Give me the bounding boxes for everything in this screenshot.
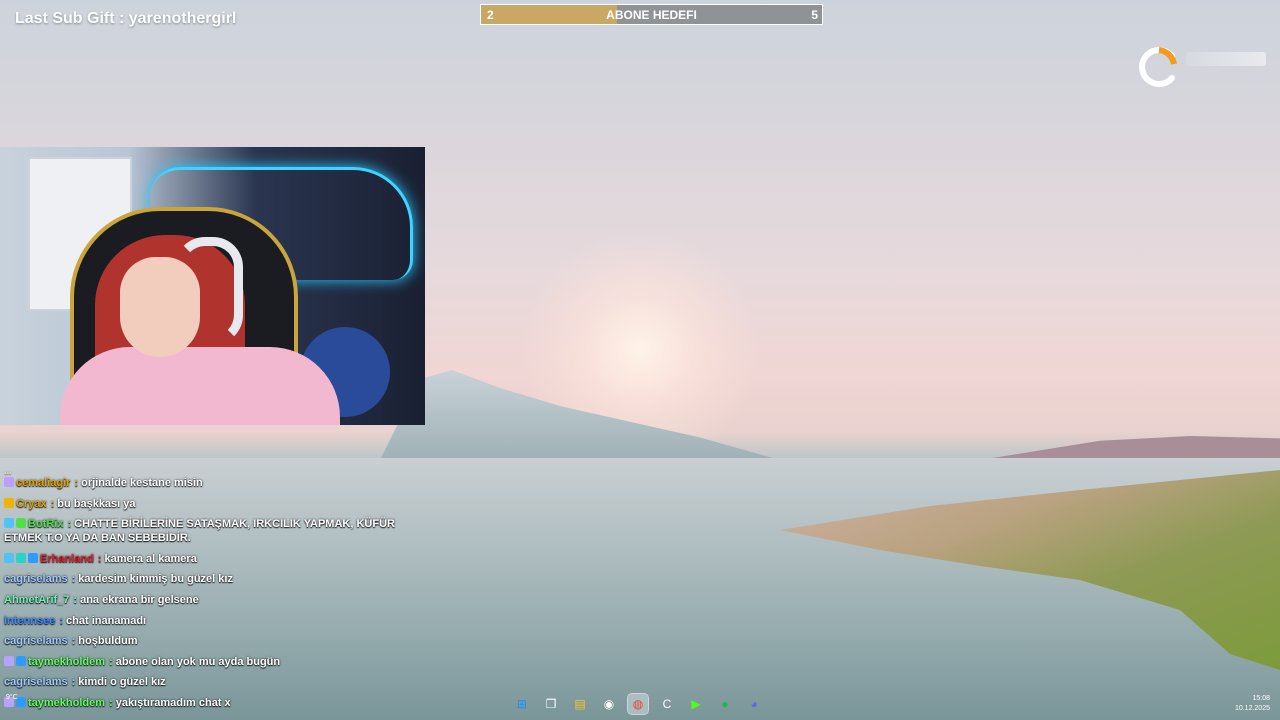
chat-message: Cryax: bu başkkası ya [4, 497, 424, 511]
chat-message: BotRix: CHATTE BİRİLERİNE SATAŞMAK, IRKCI… [4, 517, 424, 545]
webcam-feed [0, 147, 425, 425]
chat-text: kimdi o güzel kız [78, 676, 166, 689]
chat-separator: : [67, 518, 72, 531]
chat-separator: : [71, 676, 76, 689]
chat-message: taymekholdem: abone olan yok mu ayda bugü… [4, 655, 424, 669]
cube-badge-icon [16, 655, 26, 666]
clock-time: 15:08 [1252, 695, 1270, 702]
channel-logo-icon [1139, 47, 1177, 87]
chat-separator: : [71, 635, 76, 648]
chat-username[interactable]: taymekholdem [28, 656, 105, 668]
chat-separator: : [50, 497, 55, 510]
chat-username[interactable]: Cryax [16, 498, 47, 510]
chat-text: bu başkkası ya [57, 497, 136, 510]
chat-separator: : [73, 593, 78, 606]
chat-message: cagriselams: hoşbuldum [4, 634, 424, 648]
chat-text: yakıştıramadım chat x [115, 696, 231, 709]
weather-widget[interactable]: 9°C [6, 694, 18, 701]
chat-text: ana ekrana bir gelsene [80, 593, 199, 606]
chat-username[interactable]: cagriselams [4, 573, 68, 585]
chat-faded-line: ... [4, 466, 12, 476]
chat-text: kardesim kimmiş bu güzel kız [78, 573, 233, 586]
chat-message: cagriselams: kimdi o güzel kız [4, 675, 424, 689]
chat-message: Erhanland: kamera al kamera [4, 552, 424, 566]
chat-text: hoşbuldum [78, 635, 138, 648]
chat-separator: : [109, 655, 113, 668]
chat-username[interactable]: Intennsee [4, 615, 55, 627]
file-explorer-icon[interactable]: ▤ [570, 694, 590, 714]
chat-username[interactable]: BotRix [28, 518, 63, 530]
chat-separator: : [97, 552, 102, 565]
chat-message: Intennsee: chat inanamadı [4, 614, 424, 628]
windows-start-icon[interactable]: ⊞ [512, 694, 532, 714]
grid-badge-icon [16, 552, 26, 563]
taskbar: ⊞ ❐ ▤ ◉ ◍ C ▶ ● ◕ [512, 693, 764, 715]
chat-message: taymekholdem: yakıştıramadım chat x [4, 696, 424, 710]
spotify-icon[interactable]: ● [715, 694, 735, 714]
moon-badge-icon [4, 477, 14, 487]
chat-username[interactable]: cemaliagir [16, 477, 70, 489]
chat-message: AhmetArif_7: ana ekrana bir gelsene [4, 593, 424, 607]
weather-temp: 9°C [6, 694, 18, 701]
kick-icon[interactable]: ▶ [686, 694, 706, 714]
goal-label: ABONE HEDEFI [606, 8, 697, 22]
chat-text: orjinalde kestane misin [81, 477, 203, 489]
chat-separator: : [71, 573, 76, 586]
chat-username[interactable]: AhmetArif_7 [4, 594, 69, 606]
chat-text: kamera al kamera [104, 552, 197, 565]
chat-username[interactable]: taymekholdem [28, 697, 105, 709]
task-view-icon[interactable]: ❐ [541, 694, 561, 714]
chat-separator: : [109, 696, 113, 709]
moon-badge-icon [4, 655, 14, 666]
obs-icon[interactable]: ◉ [599, 694, 619, 714]
cube-badge-icon [28, 552, 38, 563]
chat-username[interactable]: cagriselams [4, 676, 68, 688]
ccleaner-icon[interactable]: C [657, 694, 677, 714]
last-sub-gift-label: Last Sub Gift : yarenothergirl [15, 10, 237, 27]
sword-badge-icon [4, 518, 14, 529]
chat-message-list: cemaliagir: orjinalde kestane misin Cryax:… [4, 476, 424, 710]
discord-icon[interactable]: ◕ [744, 694, 764, 714]
chat-text: chat inanamadı [66, 614, 147, 627]
chat-overlay: ... cemaliagir: orjinalde kestane misin Cr… [4, 466, 424, 717]
chrome-icon[interactable]: ◍ [627, 693, 649, 715]
sword-badge-icon [4, 552, 14, 563]
channel-logo-wordmark [1186, 52, 1266, 66]
chat-separator: : [74, 477, 79, 489]
clock-date: 10.12.2025 [1234, 705, 1270, 712]
chat-username[interactable]: Erhanland [40, 553, 94, 565]
subscriber-goal-bar: 2 ABONE HEDEFI 5 [480, 4, 823, 25]
chat-message: cemaliagir: orjinalde kestane misin [4, 476, 424, 490]
goal-target: 5 [811, 8, 818, 22]
chat-username[interactable]: cagriselams [4, 635, 68, 647]
crown-badge-icon [4, 497, 14, 508]
chat-separator: : [59, 614, 64, 627]
taskbar-clock[interactable]: 15:08 10.12.2025 [1235, 694, 1270, 714]
chat-message: cagriselams: kardesim kimmiş bu güzel kız [4, 572, 424, 586]
gear-badge-icon [16, 518, 26, 529]
chat-text: abone olan yok mu ayda bugün [115, 655, 281, 668]
background-hill-right [980, 436, 1280, 460]
